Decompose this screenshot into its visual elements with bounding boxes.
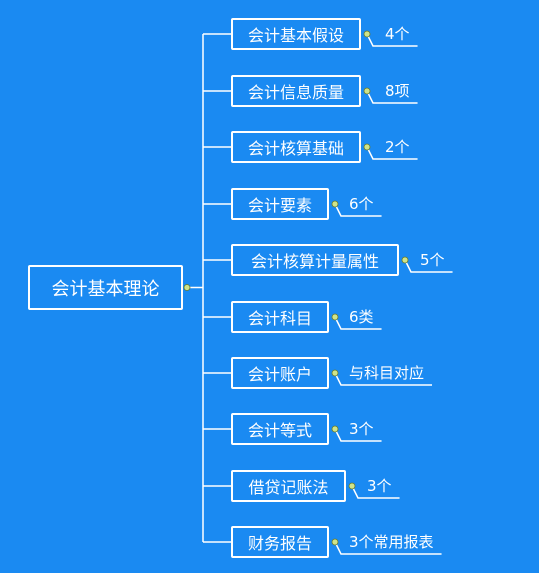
mindmap-canvas: 会计基本理论 会计基本假设 4个 会计信息质量 8项 会计核算基础 2个 会计要…: [0, 0, 539, 573]
topic-accounting-assumptions[interactable]: 会计基本假设: [231, 18, 361, 50]
note-accounting-basis: 2个: [385, 138, 410, 156]
note-accounting-assumptions: 4个: [385, 25, 410, 43]
root-knob: [183, 284, 191, 291]
note-debit-credit: 3个: [367, 477, 392, 495]
topic-information-quality[interactable]: 会计信息质量: [231, 75, 361, 107]
note-knob: [331, 425, 339, 433]
note-knob: [331, 369, 339, 377]
topic-accounting-elements[interactable]: 会计要素: [231, 188, 329, 220]
topic-accounting-basis[interactable]: 会计核算基础: [231, 131, 361, 163]
note-accounting-elements: 6个: [349, 195, 374, 213]
note-accounting-subjects: 6类: [349, 308, 374, 326]
topic-accounting-equation[interactable]: 会计等式: [231, 413, 329, 445]
topic-measurement-attributes[interactable]: 会计核算计量属性: [231, 244, 399, 276]
note-knob: [331, 313, 339, 321]
note-financial-report: 3个常用报表: [349, 533, 434, 551]
note-information-quality: 8项: [385, 82, 410, 100]
topic-debit-credit[interactable]: 借贷记账法: [231, 470, 346, 502]
note-accounting-equation: 3个: [349, 420, 374, 438]
topic-financial-report[interactable]: 财务报告: [231, 526, 329, 558]
note-accounting-accounts: 与科目对应: [349, 364, 425, 382]
note-knob: [363, 143, 371, 151]
note-knob: [363, 87, 371, 95]
root-topic[interactable]: 会计基本理论: [28, 265, 183, 310]
note-measurement-attributes: 5个: [420, 251, 445, 269]
topic-accounting-accounts[interactable]: 会计账户: [231, 357, 329, 389]
topic-accounting-subjects[interactable]: 会计科目: [231, 301, 329, 333]
note-knob: [348, 482, 356, 490]
note-knob: [331, 200, 339, 208]
note-knob: [331, 538, 339, 546]
note-knob: [363, 30, 371, 38]
note-knob: [401, 256, 409, 264]
